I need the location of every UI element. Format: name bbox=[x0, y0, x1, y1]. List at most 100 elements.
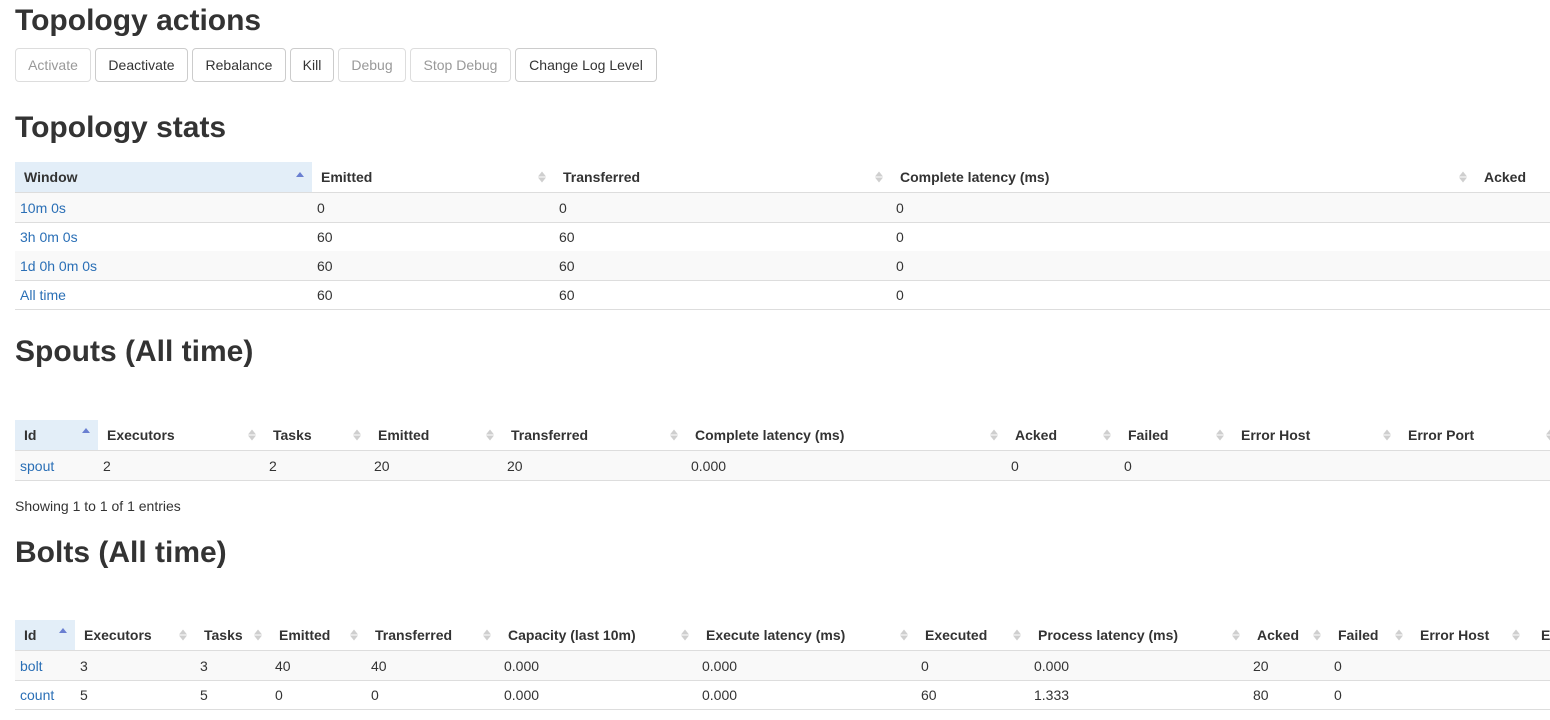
window-cell: All time bbox=[15, 280, 312, 309]
window-link[interactable]: 1d 0h 0m 0s bbox=[20, 258, 97, 274]
sort-icon bbox=[1383, 429, 1391, 441]
column-header-tasks[interactable]: Tasks bbox=[195, 620, 270, 650]
executed-cell: 0 bbox=[921, 657, 929, 674]
column-header-emitted[interactable]: Emitted bbox=[369, 420, 502, 450]
execute-latency-cell: 0.000 bbox=[702, 686, 738, 703]
topology-actions-title: Topology actions bbox=[15, 4, 262, 37]
sort-asc-icon bbox=[59, 628, 67, 634]
emitted-cell: 20 bbox=[374, 457, 390, 474]
bolts-title: Bolts (All time) bbox=[15, 536, 227, 569]
column-header-process-latency[interactable]: Process latency (ms) bbox=[1029, 620, 1248, 650]
column-header-complete-latency[interactable]: Complete latency (ms) bbox=[686, 420, 1006, 450]
table-row: 10m 0s 0 0 0 bbox=[15, 193, 1550, 223]
error-host-cell bbox=[1232, 451, 1399, 480]
kill-button[interactable]: Kill bbox=[290, 48, 334, 82]
topology-stats-title: Topology stats bbox=[15, 111, 227, 144]
column-header-tasks[interactable]: Tasks bbox=[264, 420, 369, 450]
column-header-emitted[interactable]: Emitted bbox=[312, 162, 554, 192]
error-host-cell bbox=[1411, 680, 1528, 709]
column-header-capacity[interactable]: Capacity (last 10m) bbox=[499, 620, 697, 650]
transferred-cell: 60 bbox=[559, 228, 575, 245]
topology-page: Topology actions Activate Deactivate Reb… bbox=[0, 0, 1550, 720]
failed-cell: 0 bbox=[1334, 686, 1342, 703]
window-link[interactable]: All time bbox=[20, 287, 66, 303]
tasks-cell: 5 bbox=[200, 686, 208, 703]
transferred-cell: 60 bbox=[559, 286, 575, 303]
tasks-cell: 3 bbox=[200, 657, 208, 674]
transferred-cell: 20 bbox=[507, 457, 523, 474]
emitted-cell: 0 bbox=[275, 686, 283, 703]
rebalance-button[interactable]: Rebalance bbox=[192, 48, 286, 82]
tasks-cell: 2 bbox=[269, 457, 277, 474]
window-link[interactable]: 3h 0m 0s bbox=[20, 229, 78, 245]
sort-icon bbox=[179, 629, 187, 641]
sort-icon bbox=[670, 429, 678, 441]
activate-button[interactable]: Activate bbox=[15, 48, 91, 82]
deactivate-button[interactable]: Deactivate bbox=[95, 48, 188, 82]
executors-cell: 2 bbox=[103, 457, 111, 474]
sort-icon bbox=[681, 629, 689, 641]
window-cell: 1d 0h 0m 0s bbox=[15, 251, 312, 280]
bolt-link[interactable]: bolt bbox=[20, 658, 43, 674]
sort-icon bbox=[486, 429, 494, 441]
complete-latency-cell: 0 bbox=[896, 199, 904, 216]
sort-asc-icon bbox=[82, 428, 90, 434]
transferred-cell: 0 bbox=[371, 686, 379, 703]
sort-icon bbox=[483, 629, 491, 641]
execute-latency-cell: 0.000 bbox=[702, 657, 738, 674]
bolt-link[interactable]: count bbox=[20, 687, 54, 703]
column-header-error-port[interactable]: E bbox=[1528, 620, 1550, 650]
sort-icon bbox=[248, 429, 256, 441]
sort-icon bbox=[1216, 429, 1224, 441]
sort-asc-icon bbox=[296, 172, 304, 178]
column-header-emitted[interactable]: Emitted bbox=[270, 620, 366, 650]
emitted-cell: 60 bbox=[317, 228, 333, 245]
process-latency-cell: 1.333 bbox=[1034, 686, 1070, 703]
error-port-cell bbox=[1528, 680, 1550, 709]
debug-button[interactable]: Debug bbox=[338, 48, 406, 82]
sort-icon bbox=[1512, 629, 1520, 641]
acked-cell bbox=[1475, 222, 1550, 251]
table-row: spout 2 2 20 20 0.000 0 0 bbox=[15, 451, 1550, 481]
sort-icon bbox=[1459, 171, 1467, 183]
spout-link[interactable]: spout bbox=[20, 458, 54, 474]
acked-cell: 80 bbox=[1253, 686, 1269, 703]
column-header-error-host[interactable]: Error Host bbox=[1411, 620, 1528, 650]
error-port-cell bbox=[1528, 651, 1550, 680]
acked-cell: 20 bbox=[1253, 657, 1269, 674]
sort-icon bbox=[900, 629, 908, 641]
change-log-level-button[interactable]: Change Log Level bbox=[515, 48, 657, 82]
table-row: All time 60 60 0 bbox=[15, 280, 1550, 310]
column-header-complete-latency[interactable]: Complete latency (ms) bbox=[891, 162, 1475, 192]
column-header-id[interactable]: Id bbox=[15, 620, 75, 650]
sort-icon bbox=[350, 629, 358, 641]
column-header-execute-latency[interactable]: Execute latency (ms) bbox=[697, 620, 916, 650]
sort-icon bbox=[1313, 629, 1321, 641]
id-cell: bolt bbox=[15, 651, 75, 680]
column-header-acked[interactable]: Acked bbox=[1006, 420, 1119, 450]
column-header-failed[interactable]: Failed bbox=[1119, 420, 1232, 450]
transferred-cell: 60 bbox=[559, 257, 575, 274]
column-header-transferred[interactable]: Transferred bbox=[554, 162, 891, 192]
spouts-title: Spouts (All time) bbox=[15, 335, 254, 368]
column-header-transferred[interactable]: Transferred bbox=[366, 620, 499, 650]
column-header-acked[interactable]: Acked bbox=[1475, 162, 1550, 192]
stop-debug-button[interactable]: Stop Debug bbox=[410, 48, 511, 82]
process-latency-cell: 0.000 bbox=[1034, 657, 1070, 674]
column-header-acked[interactable]: Acked bbox=[1248, 620, 1329, 650]
column-header-executors[interactable]: Executors bbox=[98, 420, 264, 450]
spouts-entries-info: Showing 1 to 1 of 1 entries bbox=[15, 498, 181, 514]
column-header-executors[interactable]: Executors bbox=[75, 620, 195, 650]
column-header-id[interactable]: Id bbox=[15, 420, 98, 450]
capacity-cell: 0.000 bbox=[504, 686, 540, 703]
table-row: 1d 0h 0m 0s 60 60 0 bbox=[15, 251, 1550, 281]
column-header-error-host[interactable]: Error Host bbox=[1232, 420, 1399, 450]
column-header-error-port[interactable]: Error Port bbox=[1399, 420, 1550, 450]
executors-cell: 5 bbox=[80, 686, 88, 703]
emitted-cell: 60 bbox=[317, 286, 333, 303]
column-header-transferred[interactable]: Transferred bbox=[502, 420, 686, 450]
column-header-failed[interactable]: Failed bbox=[1329, 620, 1411, 650]
window-link[interactable]: 10m 0s bbox=[20, 200, 66, 216]
column-header-window[interactable]: Window bbox=[15, 162, 312, 192]
column-header-executed[interactable]: Executed bbox=[916, 620, 1029, 650]
